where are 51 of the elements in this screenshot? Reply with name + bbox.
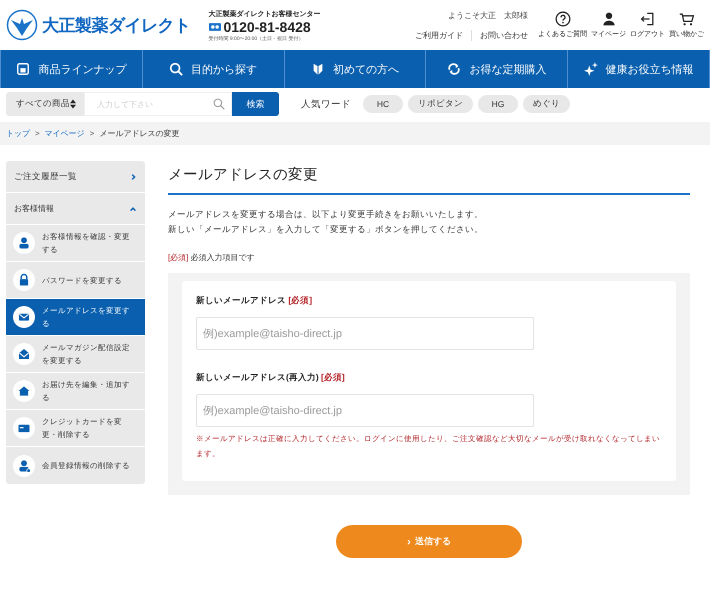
intro-text: メールアドレスを変更する場合は、以下より変更手続きをお願いいたします。 <box>168 208 484 221</box>
search-icon <box>213 98 225 110</box>
user-icon <box>13 454 35 476</box>
house-icon <box>13 380 35 402</box>
help-icon <box>554 11 570 27</box>
email-input[interactable]: 例)example@taisho-direct.jp <box>196 317 534 350</box>
popular-word-chip[interactable]: HG <box>478 95 518 113</box>
search-icon <box>169 62 184 76</box>
user-icon <box>13 232 35 254</box>
breadcrumb-separator: > <box>35 129 40 138</box>
category-select[interactable]: すべての商品 <box>6 92 84 116</box>
header-link[interactable]: お問い合わせ <box>480 30 528 40</box>
nav-tab[interactable]: 商品ラインナップ <box>1 50 143 88</box>
user-icon <box>600 11 616 27</box>
envelope-icon <box>13 306 35 328</box>
popular-word-chip[interactable]: HC <box>363 95 403 113</box>
cup-icon <box>16 62 30 76</box>
sidebar-section-header[interactable]: お客様情報 <box>6 193 145 225</box>
sidebar-section-header[interactable]: ご注文履歴一覧 <box>6 161 145 193</box>
sort-arrows-icon <box>70 99 76 109</box>
nav-tab[interactable]: 目的から探す <box>142 50 285 88</box>
intro-text: 新しい「メールアドレス」を入力して「変更する」ボタンを押してください。 <box>168 223 484 236</box>
breadcrumb-current: メールアドレスの変更 <box>99 128 180 139</box>
nav-tab[interactable]: お得な定期購入 <box>426 50 568 88</box>
search-button[interactable]: 検索 <box>232 92 279 116</box>
cart-icon <box>678 11 694 27</box>
popular-word-chip[interactable]: めぐり <box>523 95 570 113</box>
logout-icon <box>640 11 656 27</box>
welcome-text: ようこそ大正 太郎様 <box>448 10 528 20</box>
breadcrumb-link[interactable]: トップ <box>6 128 30 139</box>
popular-words-label: 人気ワード <box>301 98 351 110</box>
cycle-icon <box>447 62 462 76</box>
lock-icon <box>13 269 35 291</box>
phone-number: 0120-81-8428 <box>224 18 311 34</box>
breadcrumb-link[interactable]: マイページ <box>44 128 85 139</box>
page-title: メールアドレスの変更 <box>168 161 690 195</box>
email-input[interactable]: 例)example@taisho-direct.jp <box>196 394 534 427</box>
phone-icon <box>208 22 220 30</box>
envelope-icon <box>13 343 35 365</box>
popular-word-chip[interactable]: リポビタン <box>408 95 473 113</box>
field-label: 新しいメールアドレス(再入力) [必須] <box>196 372 346 384</box>
sparkle-icon <box>584 62 598 76</box>
field-label: 新しいメールアドレス [必須] <box>196 295 314 307</box>
header-link[interactable]: ご利用ガイド <box>415 30 463 40</box>
required-note: [必須] 必須入力項目です <box>168 252 256 263</box>
beginner-mark-icon <box>310 62 325 76</box>
breadcrumb-separator: > <box>90 129 94 138</box>
card-icon <box>13 417 35 439</box>
nav-tab[interactable]: 健康お役立ち情報 <box>568 50 710 88</box>
brand-name[interactable]: 大正製薬ダイレクト <box>42 14 190 36</box>
nav-tab[interactable]: 初めての方へ <box>284 50 426 88</box>
